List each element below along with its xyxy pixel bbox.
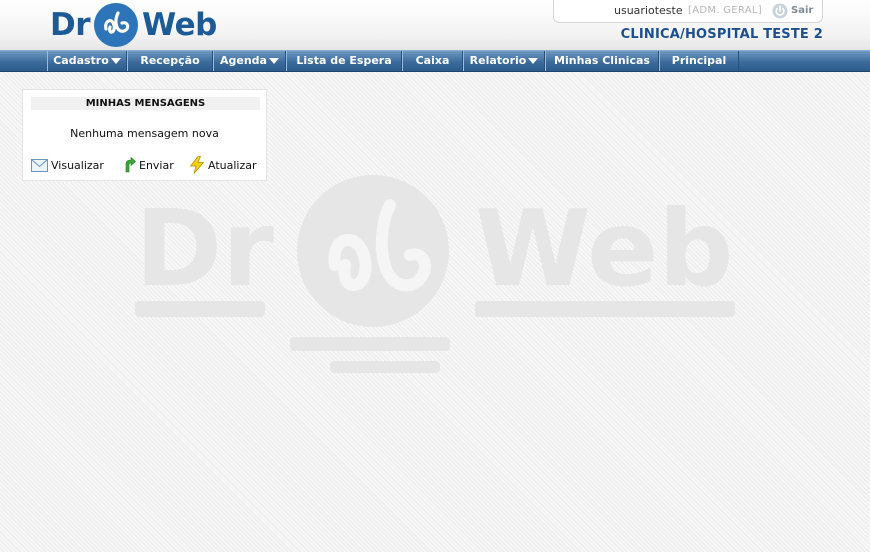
lightning-icon — [189, 156, 205, 174]
nav-label: Minhas Clinicas — [554, 54, 650, 67]
nav-label: Recepção — [140, 54, 200, 67]
logo-text-web: Web — [142, 7, 217, 43]
nav-item-cadastro[interactable]: Cadastro — [47, 51, 127, 71]
messages-panel: MINHAS MENSAGENS Nenhuma mensagem nova V… — [22, 89, 267, 181]
main-nav: Cadastro Recepção Agenda Lista de Espera… — [0, 50, 870, 72]
svg-text:Dr: Dr — [135, 188, 274, 310]
logout-label: Sair — [791, 5, 814, 16]
logo-text-dr: Dr — [50, 7, 91, 43]
nav-item-minhas-clinicas[interactable]: Minhas Clinicas — [545, 51, 659, 71]
drweb-logo[interactable]: Dr Web — [50, 2, 240, 48]
green-arrow-icon — [125, 157, 136, 173]
refresh-messages-button[interactable]: Atualizar — [189, 156, 257, 174]
watermark-logo: Dr Web — [135, 175, 735, 373]
refresh-messages-label: Atualizar — [208, 158, 257, 172]
send-message-label: Enviar — [139, 158, 174, 172]
nav-label: Cadastro — [53, 54, 109, 67]
nav-item-lista-de-espera[interactable]: Lista de Espera — [286, 51, 402, 71]
user-info-box: usuarioteste [ADM. GERAL] Sair — [553, 0, 823, 23]
nav-label: Principal — [671, 54, 727, 67]
app-header: Dr Web usuarioteste [ADM. GERAL] Sair CL… — [0, 0, 870, 50]
dropdown-arrow-icon — [528, 58, 539, 64]
nav-item-agenda[interactable]: Agenda — [213, 51, 286, 71]
clinic-name: CLINICA/HOSPITAL TESTE 2 — [620, 27, 823, 42]
dropdown-arrow-icon — [268, 58, 279, 64]
username: usuarioteste — [614, 4, 683, 17]
user-role: [ADM. GERAL] — [688, 5, 762, 16]
nav-label: Relatorio — [469, 54, 527, 67]
nav-item-principal[interactable]: Principal — [659, 51, 739, 71]
view-messages-button[interactable]: Visualizar — [31, 156, 104, 174]
nav-label: Agenda — [220, 54, 267, 67]
power-icon — [772, 3, 788, 19]
send-message-button[interactable]: Enviar — [122, 156, 174, 174]
nav-item-caixa[interactable]: Caixa — [402, 51, 463, 71]
messages-empty-text: Nenhuma mensagem nova — [70, 127, 219, 140]
view-messages-label: Visualizar — [51, 158, 104, 172]
nav-label: Lista de Espera — [296, 54, 392, 67]
nav-label: Caixa — [415, 54, 450, 67]
logo-symbol-icon — [94, 3, 139, 47]
messages-title: MINHAS MENSAGENS — [31, 97, 260, 110]
nav-item-recepcao[interactable]: Recepção — [127, 51, 213, 71]
logout-button[interactable]: Sair — [772, 2, 813, 20]
envelope-icon — [31, 158, 48, 172]
dropdown-arrow-icon — [110, 58, 121, 64]
nav-item-relatorio[interactable]: Relatorio — [463, 51, 545, 71]
svg-text:Web: Web — [475, 188, 733, 310]
